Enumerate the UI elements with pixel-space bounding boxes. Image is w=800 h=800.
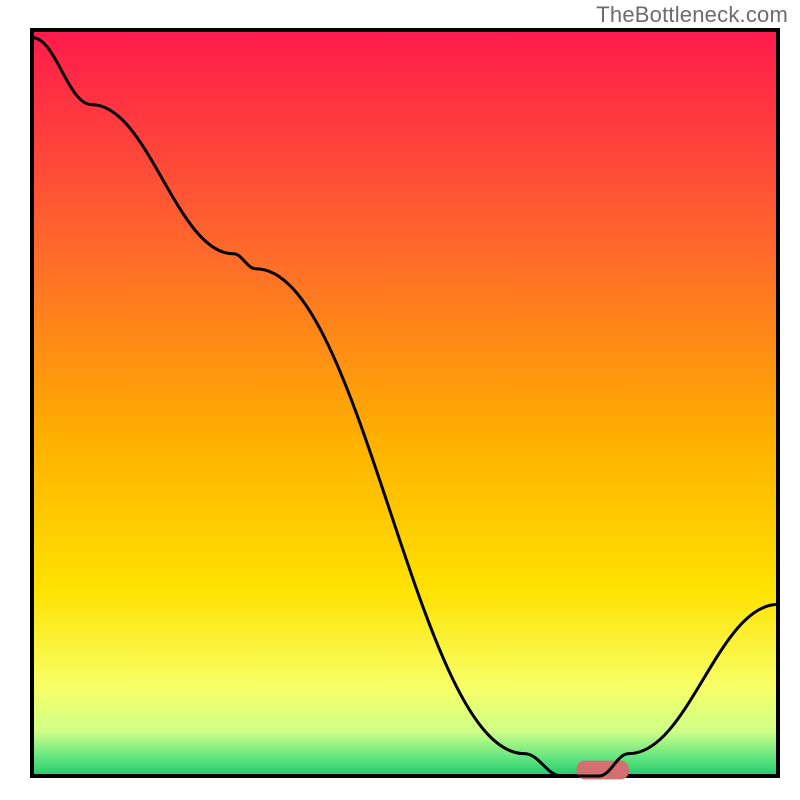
- bottleneck-chart: [0, 0, 800, 800]
- chart-container: { "watermark": "TheBottleneck.com", "cha…: [0, 0, 800, 800]
- plot-background: [32, 30, 778, 776]
